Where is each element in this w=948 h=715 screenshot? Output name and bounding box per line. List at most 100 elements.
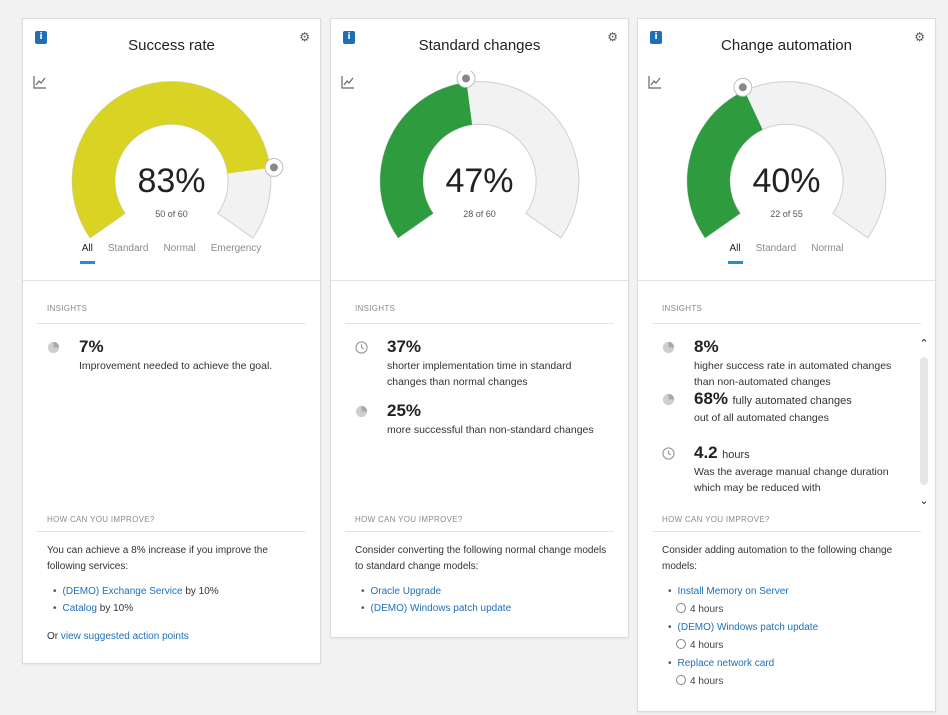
gauge-marker-dot — [462, 74, 470, 83]
gear-icon[interactable]: ⚙ — [914, 30, 925, 44]
gear-icon[interactable]: ⚙ — [607, 30, 618, 44]
tab-standard[interactable]: Standard — [756, 243, 797, 264]
insights-scrollbar[interactable]: ⌃ ⌄ — [917, 337, 931, 507]
card-header: i Standard changes ⚙ 47% 28 of 60 — [331, 19, 628, 281]
pie-chart-icon — [47, 341, 60, 354]
service-link[interactable]: (DEMO) Exchange Service — [63, 586, 183, 597]
clock-icon — [355, 341, 368, 354]
clock-icon — [676, 603, 686, 613]
improve-suffix: by 10% — [182, 586, 219, 597]
insight-text: Improvement needed to achieve the goal. — [79, 360, 273, 372]
gauge-count: 28 of 60 — [463, 209, 496, 219]
improve-suffix: by 10% — [96, 603, 134, 614]
insight-item: 4.2 hours Was the average manual change … — [656, 443, 907, 496]
insights-label: INSIGHTS — [355, 304, 396, 313]
change-model-link[interactable]: Install Memory on Server — [678, 586, 789, 597]
insight-inline-text: fully automated changes — [732, 395, 852, 407]
tab-emergency[interactable]: Emergency — [211, 243, 262, 264]
insight-value: 4.2 — [694, 443, 718, 462]
tab-normal[interactable]: Normal — [811, 243, 843, 264]
gauge-percent: 40% — [752, 162, 821, 200]
insight-text: out of all automated changes — [694, 412, 829, 424]
improve-text: Consider adding automation to the follow… — [662, 545, 893, 572]
improve-list: (DEMO) Exchange Service by 10% Catalog b… — [61, 583, 306, 617]
duration: 4 hours — [690, 640, 724, 651]
clock-icon — [662, 447, 675, 460]
change-model-link[interactable]: (DEMO) Windows patch update — [371, 603, 512, 614]
gauge-percent: 83% — [137, 162, 206, 200]
list-item: Replace network card 4 hours — [676, 655, 921, 691]
gear-icon[interactable]: ⚙ — [299, 30, 310, 44]
insight-value: 37% — [387, 337, 422, 356]
card-header: i Success rate ⚙ 83% 50 of 60 All Standa… — [23, 19, 320, 281]
tab-normal[interactable]: Normal — [163, 243, 195, 264]
gauge-marker-dot — [738, 83, 747, 92]
insight-value: 25% — [387, 401, 422, 420]
improve-label: HOW CAN YOU IMPROVE? — [355, 515, 463, 524]
clock-icon — [676, 639, 686, 649]
service-link[interactable]: Catalog — [63, 603, 97, 614]
insights-label: INSIGHTS — [47, 304, 88, 313]
card-success-rate: i Success rate ⚙ 83% 50 of 60 All Standa… — [22, 18, 321, 664]
pie-chart-icon — [662, 341, 675, 354]
insight-item: 7% Improvement needed to achieve the goa… — [41, 337, 306, 374]
divider — [345, 323, 614, 324]
card-header: i Change automation ⚙ 40% 22 of 55 All S… — [638, 19, 935, 281]
list-item: (DEMO) Windows patch update 4 hours — [676, 619, 921, 655]
card-title: Change automation — [721, 37, 852, 54]
footer-prefix: Or — [47, 631, 61, 642]
divider — [345, 531, 614, 532]
divider — [37, 531, 306, 532]
filter-tabs: All Standard Normal — [638, 243, 935, 264]
divider — [37, 323, 306, 324]
improve-list: Oracle Upgrade (DEMO) Windows patch upda… — [369, 583, 614, 617]
insight-text: more successful than non-standard change… — [387, 424, 594, 436]
scroll-down-icon[interactable]: ⌄ — [917, 494, 931, 507]
insight-item: 25% more successful than non-standard ch… — [349, 401, 614, 438]
clock-icon — [676, 675, 686, 685]
insight-text: shorter implementation time in standard … — [387, 360, 572, 388]
duration: 4 hours — [690, 604, 724, 615]
insight-value: 7% — [79, 337, 104, 356]
insight-item: 68% fully automated changes out of all a… — [656, 389, 907, 426]
change-model-link[interactable]: (DEMO) Windows patch update — [678, 622, 819, 633]
change-model-link[interactable]: Replace network card — [678, 658, 775, 669]
change-model-link[interactable]: Oracle Upgrade — [371, 586, 442, 597]
list-item: (DEMO) Exchange Service by 10% — [61, 583, 306, 600]
insight-text: Was the average manual change duration w… — [694, 466, 889, 494]
list-item: Oracle Upgrade — [369, 583, 614, 600]
insight-unit: hours — [722, 449, 750, 461]
tab-all[interactable]: All — [79, 243, 96, 264]
insight-value: 8% — [694, 337, 719, 356]
insight-value: 68% — [694, 389, 729, 408]
insights-label: INSIGHTS — [662, 304, 703, 313]
tab-standard[interactable]: Standard — [108, 243, 149, 264]
scroll-thumb[interactable] — [920, 357, 928, 485]
card-title: Success rate — [128, 37, 215, 54]
list-item: Catalog by 10% — [61, 600, 306, 617]
divider — [652, 531, 921, 532]
tab-all[interactable]: All — [727, 243, 743, 264]
improve-list: Install Memory on Server 4 hours (DEMO) W… — [676, 583, 921, 691]
pie-chart-icon — [355, 405, 368, 418]
action-points-link[interactable]: view suggested action points — [61, 631, 189, 642]
improve-text: Consider converting the following normal… — [355, 545, 607, 572]
list-item: (DEMO) Windows patch update — [369, 600, 614, 617]
gauge-count: 22 of 55 — [770, 209, 803, 219]
duration: 4 hours — [690, 676, 724, 687]
improve-label: HOW CAN YOU IMPROVE? — [662, 515, 770, 524]
card-standard-changes: i Standard changes ⚙ 47% 28 of 60 INSIGH… — [330, 18, 629, 638]
gauge-count: 50 of 60 — [155, 209, 188, 219]
improve-text: You can achieve a 8% increase if you imp… — [47, 545, 268, 572]
gauge-percent: 47% — [445, 162, 514, 200]
scroll-up-icon[interactable]: ⌃ — [917, 337, 931, 350]
card-change-automation: i Change automation ⚙ 40% 22 of 55 All S… — [637, 18, 936, 712]
pie-chart-icon — [662, 393, 675, 406]
insight-item: 8% higher success rate in automated chan… — [656, 337, 907, 390]
card-title: Standard changes — [418, 37, 541, 54]
improve-label: HOW CAN YOU IMPROVE? — [47, 515, 155, 524]
insight-text: higher success rate in automated changes… — [694, 360, 892, 388]
list-item: Install Memory on Server 4 hours — [676, 583, 921, 619]
filter-tabs: All Standard Normal Emergency — [23, 243, 320, 264]
footer-text: Or view suggested action points — [47, 629, 306, 645]
